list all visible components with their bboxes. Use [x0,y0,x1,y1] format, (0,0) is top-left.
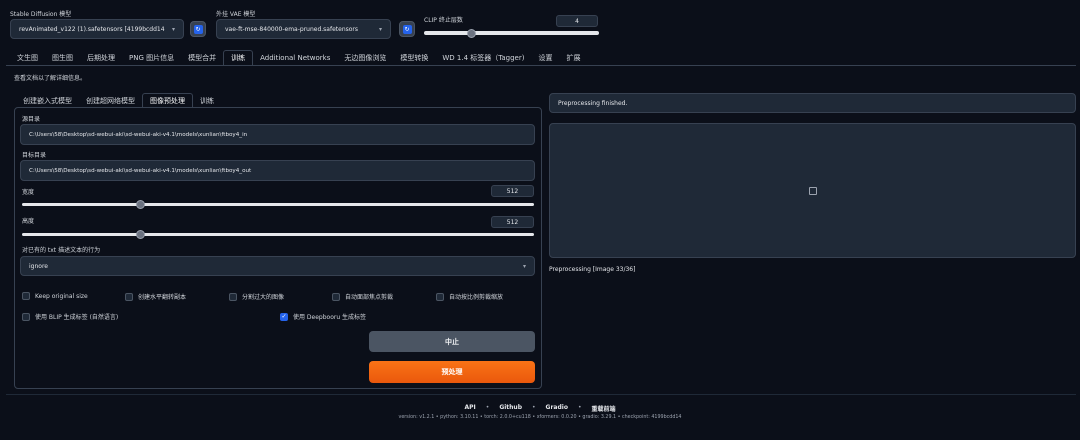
main-tab[interactable]: PNG 图片信息 [122,50,181,65]
sub-tab[interactable]: 创建超网络模型 [79,93,142,108]
refresh-icon: ↻ [193,24,203,34]
source-dir-input[interactable]: C:\Users\58\Desktop\sd-webui-aki\sd-webu… [20,124,535,145]
refresh-sd-model-button[interactable]: ↻ [190,21,206,37]
checkbox-box[interactable] [22,312,30,321]
checkbox-deepbooru-caption[interactable]: ✓ 使用 Deepbooru 生成标签 [280,312,366,321]
main-tab[interactable]: 扩展 [559,50,587,65]
height-slider-thumb[interactable] [135,230,145,239]
width-number-input[interactable]: 512 [491,185,534,197]
vae-select[interactable]: vae-ft-mse-840000-ema-pruned.safetensors… [216,19,391,39]
vae-label: 外挂 VAE 模型 [216,11,256,18]
image-gallery[interactable] [549,123,1076,258]
existing-txt-label: 对已有的 txt 描述文本的行为 [22,247,101,254]
checkbox-flip-copy[interactable]: 创建水平翻转副本 [125,292,186,301]
checkbox-label: 自动面部焦点剪裁 [345,294,394,301]
sub-tab[interactable]: 图像预处理 [142,93,193,108]
clip-label: CLIP 终止层数 [424,17,463,24]
clip-number-input[interactable]: 4 [556,15,598,27]
chevron-down-icon: ▾ [378,25,382,33]
sub-tab[interactable]: 训练 [193,93,221,108]
main-tab[interactable]: 无边图像浏览 [337,50,393,65]
sd-model-select[interactable]: revAnimated_v122 (1).safetensors [4199bc… [10,19,184,39]
main-tab[interactable]: 设置 [531,50,559,65]
target-dir-input[interactable]: C:\Users\58\Desktop\sd-webui-aki\sd-webu… [20,160,535,181]
sd-model-value: revAnimated_v122 (1).safetensors [4199bc… [19,25,165,33]
checkbox-keep-original-size[interactable]: Keep original size [22,292,88,300]
checkbox-split-oversized[interactable]: 分割过大的图像 [229,292,284,301]
footer-link-gradio[interactable]: Gradio [546,404,568,413]
width-label: 宽度 [22,189,35,196]
footer-links: API • Github • Gradio • 重载前端 [464,404,616,413]
footer-link-github[interactable]: Github [499,404,522,413]
version-info: version: v1.2.1 • python: 3.10.11 • torc… [398,415,682,420]
checkbox-label: 使用 BLIP 生成标签 (自然语言) [35,314,119,321]
refresh-vae-button[interactable]: ↻ [399,21,415,37]
refresh-icon: ↻ [402,24,412,34]
clip-slider-track[interactable] [424,31,599,35]
main-tab[interactable]: 模型合并 [181,50,223,65]
main-tab[interactable]: WD 1.4 标签器（Tagger) [435,50,531,65]
main-tab[interactable]: 文生图 [10,50,45,65]
sub-tab-bar: 创建嵌入式模型 创建超网络模型 图像预处理 训练 [16,93,221,108]
main-tab[interactable]: 训练 [223,50,254,65]
height-number-input[interactable]: 512 [491,216,534,228]
footer-link-reload-ui[interactable]: 重载前端 [592,404,616,413]
checkbox-label: 自动按比例剪裁缩放 [449,294,504,301]
checkbox-auto-focal-crop[interactable]: 自动面部焦点剪裁 [332,292,393,301]
source-dir-label: 源目录 [22,116,41,123]
status-output: Preprocessing finished. [549,93,1076,113]
progress-text: Preprocessing [Image 33/36] [549,266,636,273]
checkbox-label: 使用 Deepbooru 生成标签 [293,314,367,321]
tab-divider [6,65,1076,66]
checkbox-box[interactable] [22,292,30,300]
image-placeholder-icon [808,186,817,195]
clip-slider-thumb[interactable] [467,29,477,38]
vae-value: vae-ft-mse-840000-ema-pruned.safetensors [225,25,359,33]
height-label: 高度 [22,218,35,225]
chevron-down-icon: ▾ [522,262,526,270]
main-tab[interactable]: Additional Networks [253,50,337,65]
checkbox-box[interactable] [229,292,237,301]
main-tab-bar: 文生图 图生图 后期处理 PNG 图片信息 模型合并 训练 Additional Netwo… [10,50,587,65]
height-slider-track[interactable] [22,233,534,236]
chevron-down-icon: ▾ [171,25,175,33]
footer-link-api[interactable]: API [464,404,475,413]
preprocess-button[interactable]: 预处理 [369,361,535,383]
docs-hint: 查看文档以了解详细信息。 [14,75,87,82]
checkbox-label: 分割过大的图像 [242,294,285,301]
footer-divider [6,394,1076,395]
checkbox-label: Keep original size [35,292,88,300]
checkbox-auto-sized-crop[interactable]: 自动按比例剪裁缩放 [436,292,503,301]
existing-txt-value: ignore [29,262,48,270]
checkbox-box[interactable] [436,292,444,301]
sd-model-label: Stable Diffusion 模型 [10,11,72,18]
main-tab[interactable]: 图生图 [45,50,80,65]
sub-tab[interactable]: 创建嵌入式模型 [16,93,79,108]
existing-txt-select[interactable]: ignore ▾ [20,256,535,276]
target-dir-label: 目标目录 [22,152,47,159]
main-tab[interactable]: 模型转换 [393,50,435,65]
checkbox-label: 创建水平翻转副本 [138,294,187,301]
width-slider-thumb[interactable] [135,200,145,209]
width-slider-track[interactable] [22,203,534,206]
check-icon[interactable]: ✓ [280,312,288,321]
checkbox-blip-caption[interactable]: 使用 BLIP 生成标签 (自然语言) [22,312,118,321]
interrupt-button[interactable]: 中止 [369,331,535,352]
main-tab[interactable]: 后期处理 [80,50,122,65]
checkbox-box[interactable] [125,292,133,301]
checkbox-box[interactable] [332,292,340,301]
